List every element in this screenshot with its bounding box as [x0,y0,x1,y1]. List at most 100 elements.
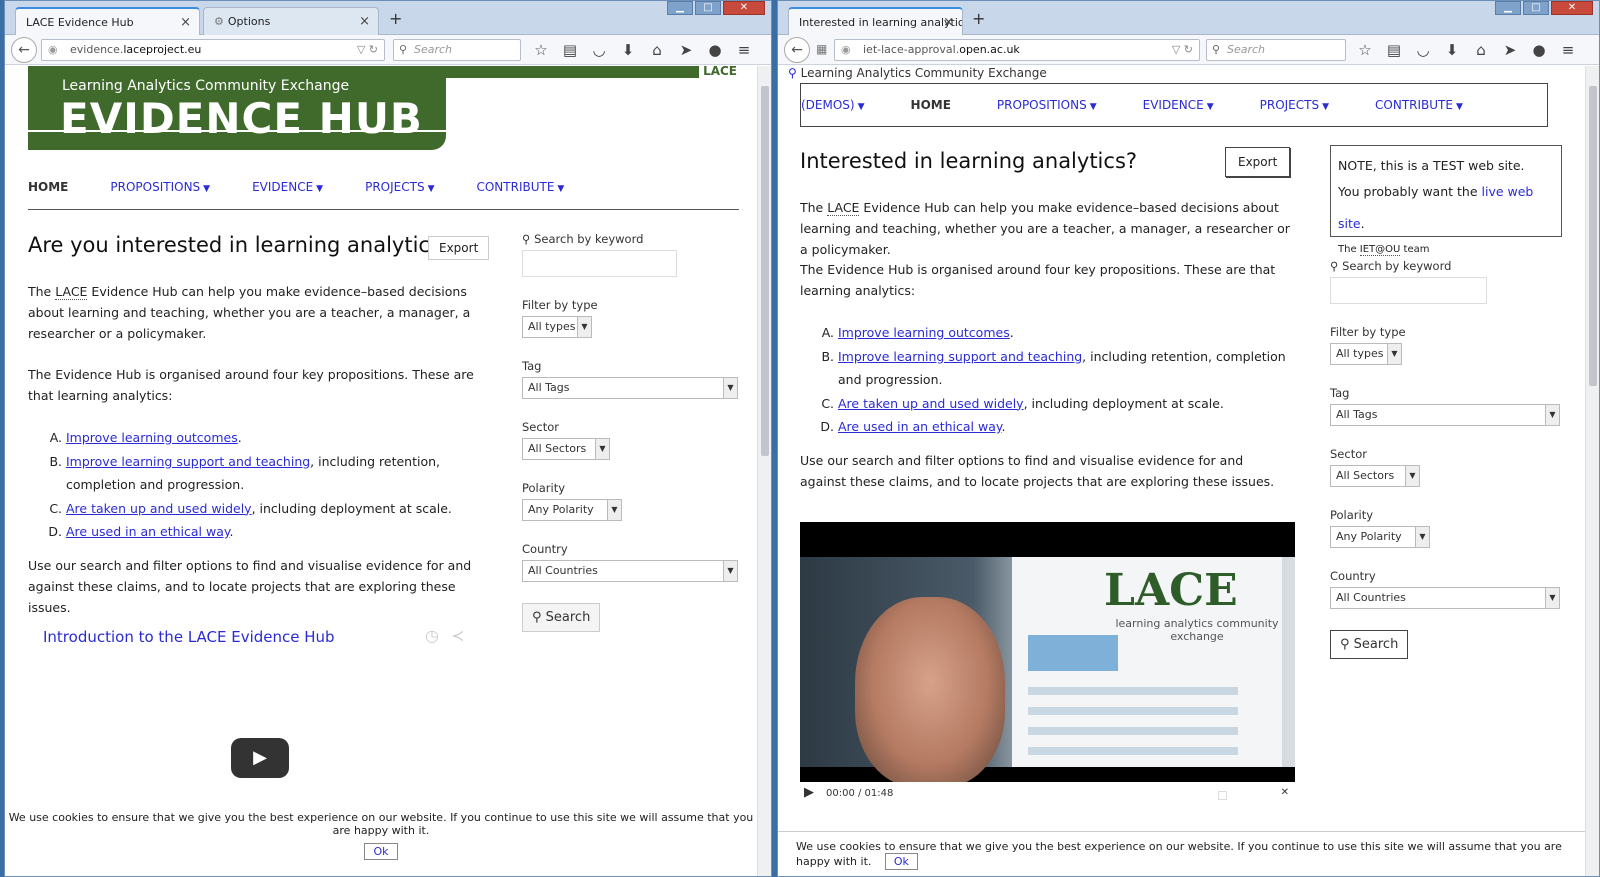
proposition-link[interactable]: Are taken up and used widely [66,501,252,516]
site-tagline[interactable]: ⚲ Learning Analytics Community Exchange [788,66,1047,80]
scrollbar-thumb[interactable] [761,86,769,456]
nav-label: PROJECTS [1259,98,1320,112]
tag-select[interactable]: All Tags ▼ [1330,404,1560,426]
nav-contribute[interactable]: CONTRIBUTE ▼ [476,180,564,194]
vertical-scrollbar[interactable] [757,66,771,876]
proposition-link[interactable]: Improve learning support and teaching [838,349,1082,364]
nav-contribute[interactable]: CONTRIBUTE ▼ [1375,98,1463,112]
polarity-select[interactable]: Any Polarity ▼ [1330,526,1430,548]
proposition-link[interactable]: Improve learning support and teaching [66,454,310,469]
bookmark-star-icon[interactable]: ☆ [532,39,550,61]
nav-label: CONTRIBUTE [476,180,555,194]
close-tab-icon[interactable]: × [180,9,191,35]
close-window-icon[interactable]: ✕ [1551,1,1593,15]
download-icon[interactable]: ⬇ [1443,39,1461,61]
search-button[interactable]: ⚲ Search [1330,630,1409,659]
evidence-hub-logo[interactable]: Learning Analytics Community Exchange EV… [28,66,446,150]
country-select[interactable]: All Countries ▼ [522,560,738,582]
nav-home[interactable]: HOME [911,98,951,112]
type-select[interactable]: All types ▼ [522,316,592,338]
reload-icon[interactable]: ▽ ↻ [357,40,378,60]
polarity-select[interactable]: Any Polarity ▼ [522,499,622,521]
send-icon[interactable]: ➤ [677,39,695,61]
keyword-label-text: Search by keyword [534,232,644,246]
country-select[interactable]: All Countries ▼ [1330,587,1560,609]
intro-paragraph: The LACE Evidence Hub can help you make … [28,281,483,344]
nav-evidence[interactable]: EVIDENCE ▼ [1143,98,1214,112]
proposition-link[interactable]: Improve learning outcomes [838,325,1010,340]
reload-icon[interactable]: ▽ ↻ [1172,40,1193,60]
play-icon[interactable]: ▶ [804,785,814,800]
proposition-link[interactable]: Improve learning outcomes [66,430,238,445]
bookmark-star-icon[interactable]: ☆ [1356,39,1374,61]
proposition-link[interactable]: Are taken up and used widely [838,396,1024,411]
chat-icon[interactable]: ● [706,39,724,61]
close-tab-icon[interactable]: × [359,8,370,35]
pocket-icon[interactable]: ◡ [1414,39,1432,61]
home-icon[interactable]: ⌂ [1472,39,1490,61]
vertical-scrollbar[interactable] [1585,66,1599,876]
video-title-link[interactable]: Introduction to the LACE Evidence Hub [43,628,335,646]
organised-paragraph: The Evidence Hub is organised around fou… [800,262,1276,298]
maximize-icon[interactable]: □ [1523,1,1549,15]
sector-select[interactable]: All Sectors ▼ [522,438,610,460]
cookie-ok-button[interactable]: Ok [364,843,398,860]
search-bar[interactable]: ⚲ Search [393,39,521,61]
close-window-icon[interactable]: ✕ [723,1,765,15]
minimize-icon[interactable]: ▁ [1495,1,1521,15]
home-icon[interactable]: ⌂ [648,39,666,61]
keyword-input[interactable] [522,250,677,277]
search-icon: ⚲ [522,232,535,246]
url-bar[interactable]: ◉ iet-lace-approval.open.ac.uk ▽ ↻ [834,39,1200,61]
cookie-ok-button[interactable]: Ok [884,853,918,870]
search-bar[interactable]: ⚲ Search [1206,39,1346,61]
nav-projects[interactable]: PROJECTS ▼ [365,180,434,194]
back-arrow-icon[interactable]: ← [784,37,810,63]
menu-icon[interactable]: ≡ [1559,39,1577,61]
youtube-play-button[interactable]: ▶ [231,738,289,778]
new-tab-icon[interactable]: + [389,9,402,28]
pocket-icon[interactable]: ◡ [590,39,608,61]
scrollbar-thumb[interactable] [1589,86,1597,386]
back-arrow-icon[interactable]: ← [11,37,37,63]
close-tab-icon[interactable]: × [943,9,954,35]
export-button[interactable]: Export [1225,147,1291,177]
nav-propositions[interactable]: PROPOSITIONS ▼ [997,98,1097,112]
url-bar[interactable]: ◉ evidence.laceproject.eu ▽ ↻ [41,39,385,61]
proposition-link[interactable]: Are used in an ethical way [838,419,1002,434]
select-value: All Countries [528,564,598,577]
watch-later-icon[interactable]: ◷ [425,626,439,645]
filter-type-label: Filter by type [522,298,598,312]
minimize-icon[interactable]: ▁ [667,1,693,15]
fullscreen-icon[interactable]: ✕ [1281,787,1289,798]
volume-icon[interactable] [1218,791,1227,800]
nav-home[interactable]: HOME [28,180,68,194]
tag-select[interactable]: All Tags ▼ [522,377,738,399]
sector-select[interactable]: All Sectors ▼ [1330,465,1420,487]
video-player[interactable]: LACE learning analytics community exchan… [800,522,1295,806]
share-icon[interactable]: ≺ [451,626,464,645]
nav-propositions[interactable]: PROPOSITIONS ▼ [110,180,210,194]
nav-evidence[interactable]: EVIDENCE ▼ [252,180,323,194]
menu-icon[interactable]: ≡ [735,39,753,61]
send-icon[interactable]: ➤ [1501,39,1519,61]
reading-list-icon[interactable]: ▤ [1385,39,1403,61]
export-button[interactable]: Export [428,236,490,260]
type-select[interactable]: All types ▼ [1330,343,1402,365]
maximize-icon[interactable]: □ [695,1,721,15]
keyword-input[interactable] [1330,277,1487,304]
nav-label: PROPOSITIONS [996,98,1087,112]
nav-demos[interactable]: (DEMOS) ▼ [801,98,865,112]
download-icon[interactable]: ⬇ [619,39,637,61]
chat-icon[interactable]: ● [1530,39,1548,61]
identity-icon[interactable]: ▦ [816,42,827,56]
new-tab-icon[interactable]: + [972,9,985,28]
tab-interested[interactable]: Interested in learning analytics?... × [788,7,963,35]
reading-list-icon[interactable]: ▤ [561,39,579,61]
tab-lace-evidence-hub[interactable]: LACE Evidence Hub × [15,7,200,35]
proposition-link[interactable]: Are used in an ethical way [66,524,230,539]
search-button[interactable]: ⚲ Search [522,603,601,632]
nav-projects[interactable]: PROJECTS ▼ [1260,98,1329,112]
tab-options[interactable]: ⚙ Options × [203,7,379,35]
keyword-field: ⚲ Search by keyword [1330,259,1562,304]
